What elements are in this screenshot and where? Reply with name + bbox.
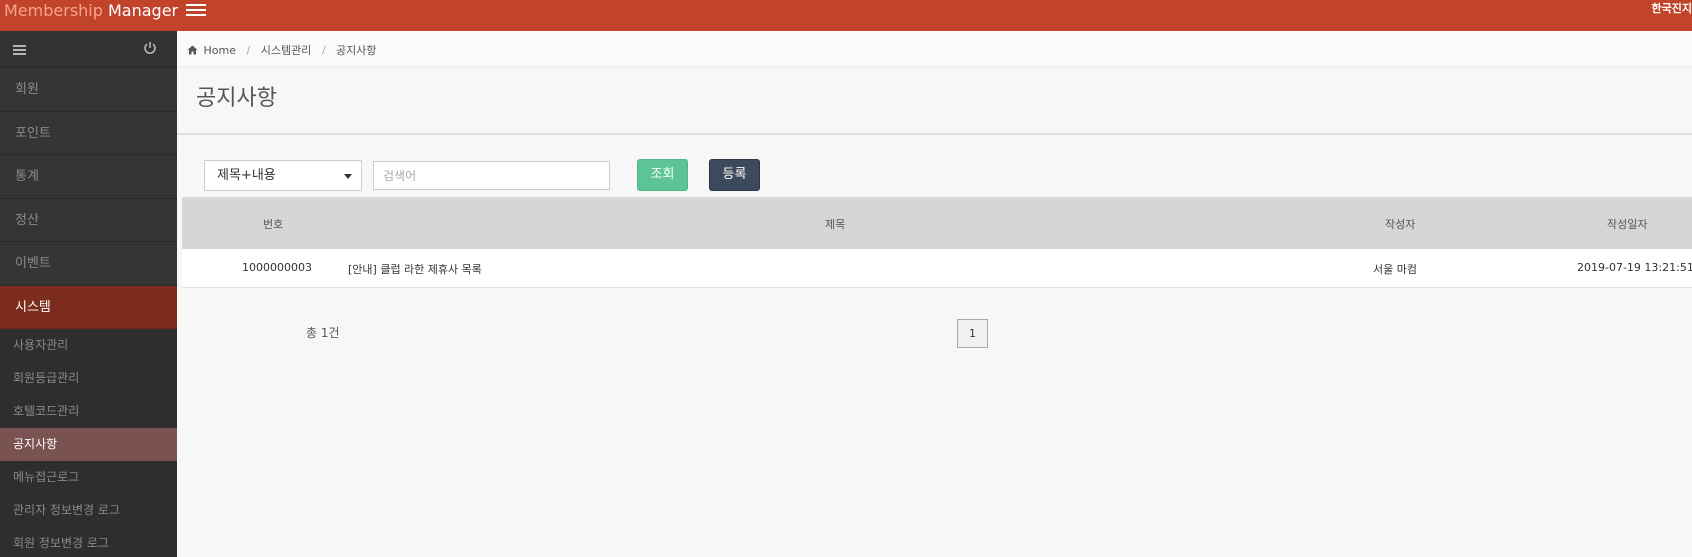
breadcrumb-separator: /: [246, 44, 251, 57]
sidebar-tools: [0, 31, 177, 68]
chevron-down-icon: [344, 174, 352, 179]
brand-manager: Manager: [107, 1, 179, 20]
cell-date: 2019-07-19 13:21:51: [1577, 261, 1692, 274]
breadcrumb-home[interactable]: Home: [204, 44, 236, 57]
app-logo[interactable]: Membership Manager: [4, 0, 178, 22]
breadcrumb-separator: /: [321, 44, 326, 57]
menu-toggle-icon[interactable]: [186, 1, 206, 19]
column-header-number: 번호: [263, 218, 284, 231]
breadcrumb-bar: Home / 시스템관리 / 공지사항: [177, 31, 1692, 67]
page-title: 공지사항: [196, 86, 277, 111]
submenu-admin-info-change-log[interactable]: 관리자 정보변경 로그: [0, 494, 177, 527]
submenu-menu-access-log[interactable]: 메뉴접근로그: [0, 461, 177, 494]
title-divider: [177, 133, 1692, 135]
sidebar-item-system[interactable]: 시스템: [0, 285, 177, 329]
cell-author: 서울 마컴: [1373, 263, 1417, 276]
search-filter-value: 제목+내용: [217, 168, 276, 183]
table-row[interactable]: 1000000003 [안내] 클럽 라한 제휴사 목록 서울 마컴 2019-…: [182, 249, 1692, 288]
search-button[interactable]: 조회: [637, 159, 688, 191]
cell-title[interactable]: [안내] 클럽 라한 제휴사 목록: [348, 261, 482, 277]
column-header-date: 작성일자: [1607, 218, 1648, 231]
breadcrumb-current: 공지사항: [336, 44, 377, 57]
sidebar-item-members[interactable]: 회원: [0, 68, 177, 112]
table-header: 번호 제목 작성자 작성일자: [182, 197, 1692, 249]
column-header-author: 작성자: [1385, 218, 1416, 231]
search-filter-select[interactable]: 제목+내용: [204, 160, 362, 191]
submenu-member-info-change-log[interactable]: 회원 정보변경 로그: [0, 527, 177, 557]
register-button[interactable]: 등록: [709, 159, 760, 191]
page-button[interactable]: 1: [957, 319, 988, 348]
column-header-title: 제목: [825, 218, 846, 231]
submenu-member-grade-management[interactable]: 회원등급관리: [0, 362, 177, 395]
sidebar-collapse-icon[interactable]: [13, 45, 26, 57]
top-bar: Membership Manager 한국진지: [0, 0, 1692, 31]
sidebar-item-points[interactable]: 포인트: [0, 111, 177, 155]
sidebar-item-settlement[interactable]: 정산: [0, 198, 177, 242]
submenu-user-management[interactable]: 사용자관리: [0, 329, 177, 362]
breadcrumb-system-management[interactable]: 시스템관리: [261, 44, 312, 57]
submenu-notices[interactable]: 공지사항: [0, 428, 177, 461]
cell-number: 1000000003: [242, 261, 312, 274]
sidebar-item-events[interactable]: 이벤트: [0, 242, 177, 286]
brand-membership: Membership: [4, 1, 103, 20]
breadcrumb: Home / 시스템관리 / 공지사항: [187, 42, 377, 58]
sidebar: 회원 포인트 통계 정산 이벤트 시스템 사용자관리 회원등급관리 호텔코드관리…: [0, 31, 177, 557]
power-icon[interactable]: [142, 40, 158, 56]
submenu-hotel-code-management[interactable]: 호텔코드관리: [0, 395, 177, 428]
total-count: 총 1건: [306, 326, 340, 340]
search-input[interactable]: [373, 161, 610, 190]
language-selector[interactable]: 한국진지: [1652, 0, 1692, 18]
home-icon: [187, 45, 198, 55]
sidebar-item-statistics[interactable]: 통계: [0, 155, 177, 199]
